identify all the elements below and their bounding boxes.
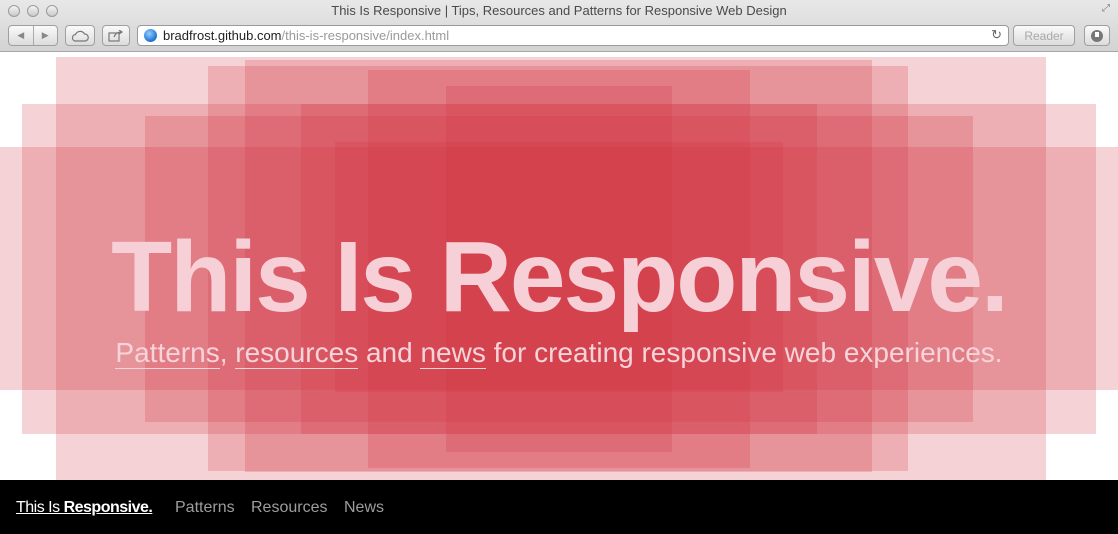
downloads-button[interactable] xyxy=(1084,25,1110,46)
hero-subtitle: Patterns, resources and news for creatin… xyxy=(115,337,1003,369)
browser-toolbar: This Is Responsive | Tips, Resources and… xyxy=(0,0,1118,52)
site-logo[interactable]: This Is Responsive. xyxy=(16,499,153,517)
forward-icon[interactable]: ▶ xyxy=(34,30,58,41)
globe-icon xyxy=(144,29,157,42)
cloud-icon xyxy=(71,30,89,42)
reload-icon[interactable]: ↻ xyxy=(991,27,1002,43)
hero-title: This Is Responsive. xyxy=(111,221,1009,333)
back-icon[interactable]: ◀ xyxy=(9,30,33,41)
hero-banner: This Is Responsive. Patterns, resources … xyxy=(0,52,1118,480)
window-title: This Is Responsive | Tips, Resources and… xyxy=(331,3,787,18)
news-link[interactable]: news xyxy=(420,337,486,369)
reader-button[interactable]: Reader xyxy=(1013,25,1075,46)
nav-item-patterns[interactable]: Patterns xyxy=(175,499,235,517)
share-button[interactable] xyxy=(102,25,130,46)
fullscreen-icon[interactable]: ⤢ xyxy=(1102,4,1112,14)
back-forward-buttons: ◀ ▶ xyxy=(8,25,58,46)
patterns-link[interactable]: Patterns xyxy=(115,337,220,369)
share-icon xyxy=(108,29,124,42)
nav-item-resources[interactable]: Resources xyxy=(251,499,327,517)
resources-link[interactable]: resources xyxy=(235,337,359,369)
download-icon xyxy=(1091,29,1103,42)
nav-item-news[interactable]: News xyxy=(344,499,384,517)
address-bar[interactable]: bradfrost.github.com/this-is-responsive/… xyxy=(137,25,1009,46)
site-nav: This Is Responsive. Patterns Resources N… xyxy=(0,480,1118,534)
icloud-tabs-button[interactable] xyxy=(65,25,95,46)
url-text[interactable]: bradfrost.github.com/this-is-responsive/… xyxy=(163,28,449,43)
